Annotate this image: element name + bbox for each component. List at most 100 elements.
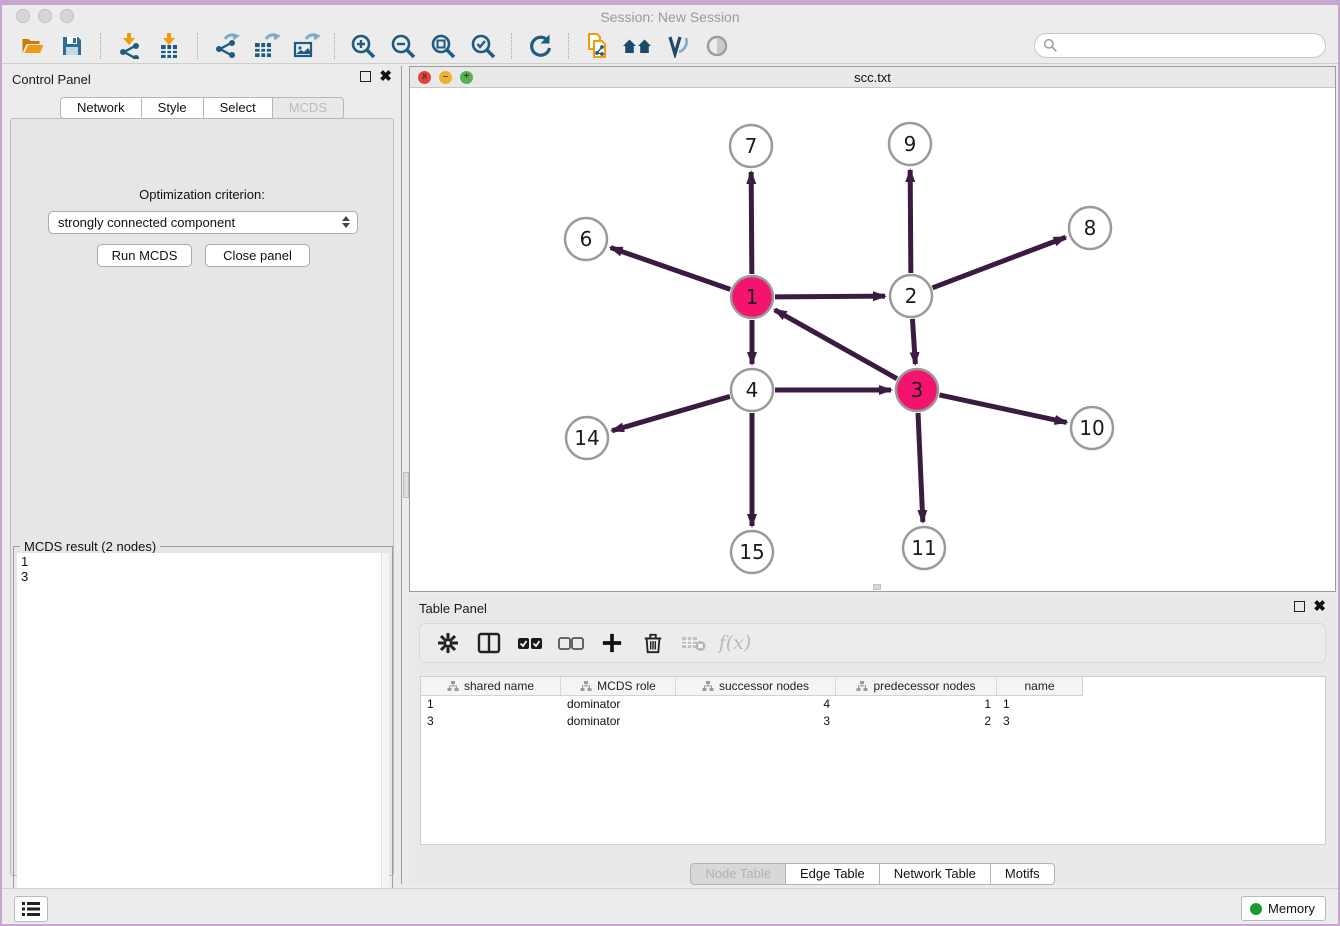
node-10[interactable]: 10 [1071,407,1113,449]
close-panel-button[interactable]: Close panel [205,244,310,267]
deselect-all-button[interactable] [553,628,589,658]
column-header-predecessor-nodes[interactable]: predecessor nodes [836,677,997,695]
tab-style[interactable]: Style [142,97,204,119]
node-7[interactable]: 7 [730,125,772,167]
mcds-result-title: MCDS result (2 nodes) [20,539,160,554]
edge-2-9[interactable] [910,170,911,273]
zoom-in-button[interactable] [343,31,383,61]
export-network-button[interactable] [206,31,246,61]
node-3[interactable]: 3 [896,369,938,411]
table-cell[interactable]: 1 [421,696,561,713]
search-input[interactable] [1058,36,1325,56]
zoom-selected-button[interactable] [463,31,503,61]
tab-motifs[interactable]: Motifs [991,863,1055,885]
table-cell[interactable]: 3 [421,713,561,730]
network-graph[interactable]: 7 9 6 8 1 2 4 3 14 10 15 11 [410,88,1335,591]
column-header-successor-nodes[interactable]: successor nodes [676,677,836,695]
svg-text:6: 6 [580,227,593,251]
table-settings-button[interactable] [430,628,466,658]
delete-row-button[interactable] [635,628,671,658]
edge-2-8[interactable] [933,237,1066,288]
tab-network[interactable]: Network [60,97,142,119]
refresh-view-button[interactable] [520,31,560,61]
column-header-shared-name[interactable]: shared name [421,677,561,695]
node-14[interactable]: 14 [566,417,608,459]
select-all-button[interactable] [512,628,548,658]
tab-mcds[interactable]: MCDS [273,97,344,119]
node-9[interactable]: 9 [889,123,931,165]
vizmapper-button[interactable] [657,31,697,61]
edge-3-10[interactable] [939,395,1066,423]
table-cell[interactable]: 1 [836,696,997,713]
node-8[interactable]: 8 [1069,207,1111,249]
mcds-result-scrollbar[interactable] [381,553,389,920]
node-15[interactable]: 15 [731,531,773,573]
network-resize-grip[interactable] [873,584,881,590]
column-label: MCDS role [597,679,656,693]
edge-4-14[interactable] [612,396,730,430]
control-panel-tabs: NetworkStyleSelectMCDS [2,97,402,119]
table-cell[interactable]: 2 [836,713,997,730]
sort-icon [856,680,868,692]
run-mcds-button[interactable]: Run MCDS [97,244,192,267]
float-panel-icon[interactable] [360,71,371,82]
node-6[interactable]: 6 [565,218,607,260]
column-label: name [1024,679,1054,693]
edge-1-7[interactable] [751,172,752,274]
edge-3-11[interactable] [918,413,923,522]
column-header-name[interactable]: name [997,677,1083,695]
node-4[interactable]: 4 [731,369,773,411]
vizmapper-icon [664,34,690,58]
export-image-button[interactable] [286,31,326,61]
float-table-panel-icon[interactable] [1294,601,1305,612]
table-cell[interactable]: dominator [561,696,676,713]
network-window-titlebar[interactable]: x – + scc.txt [410,67,1335,88]
zoom-fit-button[interactable] [423,31,463,61]
table-cell[interactable]: dominator [561,713,676,730]
hide-panel-button[interactable] [697,31,737,61]
tab-edge-table[interactable]: Edge Table [786,863,880,885]
svg-text:10: 10 [1079,416,1104,440]
open-session-button[interactable] [12,31,52,61]
save-session-button[interactable] [52,31,92,61]
edge-1-6[interactable] [611,248,731,290]
memory-button[interactable]: Memory [1241,896,1326,921]
tab-network-table[interactable]: Network Table [880,863,991,885]
edge-2-3[interactable] [912,319,915,364]
search-box[interactable] [1034,33,1326,58]
node-2[interactable]: 2 [890,275,932,317]
task-history-button[interactable] [14,896,48,922]
zoom-out-button[interactable] [383,31,423,61]
close-panel-icon[interactable]: ✖ [379,71,392,82]
column-layout-button[interactable] [471,628,507,658]
vertical-splitter[interactable] [401,66,409,884]
edge-1-2[interactable] [775,296,885,297]
table-cell[interactable]: 4 [676,696,836,713]
duplicate-network-button[interactable] [577,31,617,61]
close-table-panel-icon[interactable]: ✖ [1313,601,1326,612]
export-table-button[interactable] [246,31,286,61]
table-row[interactable]: 3dominator323 [421,713,1083,730]
column-header-MCDS-role[interactable]: MCDS role [561,677,676,695]
table-cell[interactable]: 3 [997,713,1083,730]
tab-select[interactable]: Select [204,97,273,119]
memory-label: Memory [1268,901,1315,916]
table-cell[interactable]: 1 [997,696,1083,713]
delete-table-button[interactable] [676,628,712,658]
node-11[interactable]: 11 [903,527,945,569]
home-button[interactable] [617,31,657,61]
mcds-result-box: MCDS result (2 nodes) 1 3 [13,546,393,924]
table-cell[interactable]: 3 [676,713,836,730]
add-row-button[interactable] [594,628,630,658]
table-row[interactable]: 1dominator411 [421,696,1083,713]
import-network-button[interactable] [109,31,149,61]
function-builder-button[interactable]: f(x) [717,628,753,658]
svg-text:2: 2 [905,284,918,308]
network-window: x – + scc.txt 7 9 6 8 1 2 4 3 14 10 15 11 [409,66,1336,592]
import-table-button[interactable] [149,31,189,61]
mcds-result-text[interactable]: 1 3 [17,553,381,920]
optimization-select[interactable]: strongly connected component [48,211,358,234]
node-1[interactable]: 1 [731,276,773,318]
tab-node-table[interactable]: Node Table [690,863,786,885]
edge-3-1[interactable] [775,310,897,379]
